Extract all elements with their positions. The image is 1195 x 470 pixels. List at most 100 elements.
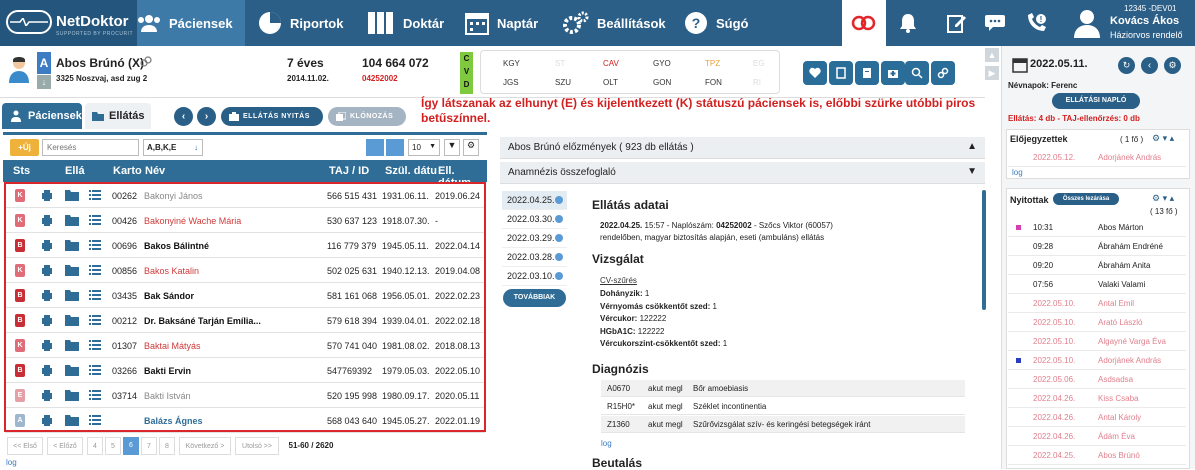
prev-day-button[interactable]: ‹ [1141,57,1158,74]
nav-documents[interactable]: Doktár [367,0,444,46]
clone-button[interactable]: KLÓNOZÁS [328,107,406,126]
diagnosis-log-link[interactable]: log [601,439,612,448]
phone-alert-icon[interactable]: ! [1019,0,1055,46]
history-date-item[interactable]: 2022.03.10. [502,267,567,286]
open-care-row[interactable]: 2022.05.10. Algayné Varga Éva [1008,332,1186,351]
gear-icon[interactable]: ⚙ [1164,57,1181,74]
nav-reports[interactable]: Riportok [258,0,343,46]
open-care-row[interactable]: 2022.05.10. Antal Emil [1008,294,1186,313]
open-care-row[interactable]: 2022.05.10. Adorjánek András [1008,351,1186,370]
prev-patient-button[interactable]: ‹ [174,107,193,126]
gear-icon[interactable]: ⚙ [463,139,479,156]
add-patient-button[interactable]: +Új [10,139,39,156]
log-link[interactable]: log [6,458,17,467]
col-taj[interactable]: TAJ / ID [329,165,369,177]
care-date: 2022.04.25. [600,221,643,230]
page-size-select[interactable]: 10 ▼ [408,139,440,156]
care-log-button[interactable]: ELLÁTÁSI NAPLÓ [1052,93,1140,109]
exam-link[interactable]: CV-szűrés [600,276,637,285]
appointment-row[interactable]: 2022.05.12. Adorjánek András [1008,148,1186,167]
referral-section-title: Beutalás [592,456,643,470]
page-next-link[interactable]: Következő > [179,437,231,455]
copy-icon [336,112,346,121]
scroll-up-icon[interactable]: ▲ [985,48,999,62]
scrollbar-thumb[interactable] [982,190,986,310]
chevron-up-icon[interactable]: ▲ [967,141,977,152]
page-prev-link[interactable]: < Előző [47,437,83,455]
tab-patients[interactable]: Páciensek [2,103,82,129]
diagnosis-row[interactable]: R15H0* akut megl Széklet incontinentia [601,398,965,415]
heart-icon[interactable] [803,61,827,85]
col-name[interactable]: Név [145,165,165,177]
edit-doc-icon[interactable] [939,0,975,46]
next-patient-button[interactable]: › [197,107,216,126]
chevron-down-icon[interactable]: ▼ [967,166,977,177]
appointments-log-link[interactable]: log [1012,168,1023,177]
search-input[interactable] [42,139,139,156]
page-first-link[interactable]: << Első [7,437,43,455]
refresh-icon[interactable]: ↻ [1118,57,1135,74]
open-care-button[interactable]: ELLÁTÁS NYITÁS [221,107,323,126]
hospital-icon[interactable] [881,61,905,85]
col-card[interactable]: Karto [113,165,142,177]
filter-value: A,B,K,E [147,143,177,152]
col-status[interactable]: Sts [13,165,30,177]
zoom-out-icon[interactable] [366,139,384,156]
open-care-row[interactable]: 10:31 Abos Márton [1008,218,1186,237]
history-date-item[interactable]: 2022.03.29. [502,229,567,248]
document-icon[interactable] [855,61,879,85]
chat-icon[interactable] [977,0,1013,46]
care-time: 15:57 - Naplószám: [644,221,714,230]
status-filter-select[interactable]: A,B,K,E ↓ [143,139,203,156]
nav-help[interactable]: ? Súgó [684,0,749,46]
col-birth[interactable]: Szül. dátu [385,165,437,177]
page-link[interactable]: 8 [159,437,175,455]
eeszt-logo-icon[interactable] [842,0,886,46]
gear-icon[interactable]: ⚙ ▾ ▴ [1152,133,1174,144]
id-card-icon[interactable] [829,61,853,85]
anamnesis-header[interactable]: Anamnézis összefoglaló ▼ [500,162,985,184]
zoom-in-icon[interactable] [386,139,404,156]
open-care-row[interactable]: 2022.05.10. Arató László [1008,313,1186,332]
nav-calendar[interactable]: Naptár [465,0,538,46]
zoom-icon[interactable] [905,61,929,85]
patient-id: 04252002 [362,74,398,83]
page-link[interactable]: 4 [87,437,103,455]
gear-icon[interactable]: ⚙ ▾ ▴ [1152,193,1174,204]
page-link[interactable]: 5 [105,437,121,455]
tab-care[interactable]: Ellátás [85,103,151,129]
page-last-link[interactable]: Utolsó >> [235,437,279,455]
open-care-row[interactable]: 2022.04.26. Ádám Éva [1008,427,1186,446]
col-care[interactable]: Ellá [65,165,85,177]
history-date-item[interactable]: 2022.03.30. [502,210,567,229]
scroll-right-icon[interactable]: ▶ [985,66,999,80]
marker-icon [1016,358,1021,363]
history-date-item[interactable]: 2022.04.25. [502,191,567,210]
link-icon[interactable] [931,61,955,85]
dx-code: Z1360 [607,420,630,429]
history-header[interactable]: Abos Brúnó előzmények ( 923 db ellátás )… [500,137,985,159]
history-date-item[interactable]: 2022.03.28. [502,248,567,267]
page-current[interactable]: 6 [123,437,139,455]
nav-patients[interactable]: Páciensek [137,0,245,46]
nav-settings[interactable]: Beállítások [563,0,666,46]
open-care-row[interactable]: 07:56 Valaki Valami [1008,275,1186,294]
more-button[interactable]: TOVÁBBIAK [503,289,566,307]
open-care-row[interactable]: 09:28 Ábrahám Endréné [1008,237,1186,256]
diagnosis-row[interactable]: A0670 akut megl Bőr amoebiasis [601,380,965,397]
user-menu[interactable]: 12345 -DEV01 Kovács Ákos Háziorvos rende… [1060,0,1195,46]
close-all-button[interactable]: Összes lezárása [1053,193,1119,205]
diagnosis-row[interactable]: Z1360 akut megl Szűrővizsgálat szív- és ke… [601,416,965,433]
page-link[interactable]: 7 [141,437,157,455]
open-care-row[interactable]: 09:20 Ábrahám Anita [1008,256,1186,275]
open-cares-count: ( 13 fő ) [1150,207,1178,216]
download-icon[interactable]: ↓ [37,75,51,89]
filter-icon[interactable]: ▼ [444,139,460,156]
bell-icon[interactable] [890,0,926,46]
open-care-row[interactable]: 2022.04.26. Kiss Csaba [1008,389,1186,408]
open-care-row[interactable]: 2022.05.06. Asdsadsa [1008,370,1186,389]
open-care-row[interactable]: 2022.04.25. Abos Brúnó [1008,446,1186,465]
brand-tagline: SUPPORTED BY PROCURIT [56,31,133,37]
open-care-row[interactable]: 2022.04.26. Antal Károly [1008,408,1186,427]
netdoktor-logo[interactable]: NetDoktor SUPPORTED BY PROCURIT [0,0,137,46]
